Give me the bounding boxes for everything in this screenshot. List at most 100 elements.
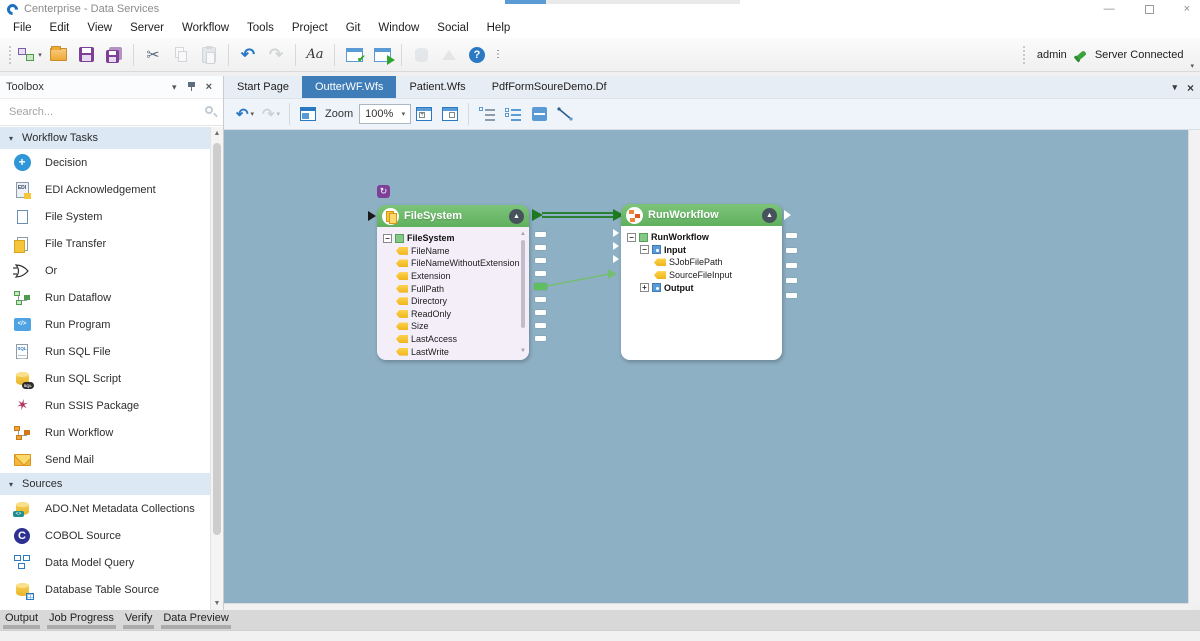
toolbox-item-run-program[interactable]: </>Run Program [0,311,210,338]
node-scrollbar[interactable]: ▲ ▼ [519,230,527,355]
expander-icon[interactable]: − [640,245,649,254]
tree-field-row[interactable]: SJobFilePath [654,256,778,269]
tree-field-row[interactable]: FileName [396,245,525,258]
toolbar-gripper[interactable] [8,45,12,65]
loop-indicator-icon[interactable]: ↻ [377,185,390,198]
tab-patient[interactable]: Patient.Wfs [396,76,478,98]
output-port-connected[interactable] [534,283,547,290]
tab-pdfformsouredemo[interactable]: PdfFormSoureDemo.Df [479,76,620,98]
tree-field-row[interactable]: SourceFileInput [654,269,778,282]
new-document-button[interactable]: ▾ [18,42,42,68]
toolbox-item-run-workflow[interactable]: Run Workflow [0,419,210,446]
tree-field-row[interactable]: Size [396,320,525,333]
node-runworkflow-header[interactable]: RunWorkflow ▲ [621,204,782,226]
scroll-up-icon[interactable]: ▲ [211,127,223,140]
node-filesystem[interactable]: FileSystem ▲ −FileSystem FileName FileNa… [377,205,529,360]
node-collapse-button[interactable]: ▲ [762,208,777,223]
output-port[interactable] [535,336,546,341]
toolbox-item-decision[interactable]: +Decision [0,149,210,176]
menu-project[interactable]: Project [283,20,337,36]
open-button[interactable] [46,42,70,68]
node-output-port[interactable] [784,210,791,220]
output-port[interactable] [786,233,797,238]
menu-server[interactable]: Server [121,20,173,36]
collapse-all-nodes-button[interactable] [439,102,461,126]
output-port[interactable] [786,263,797,268]
paste-button[interactable] [197,42,221,68]
cut-button[interactable]: ✂ [141,42,165,68]
scroll-down-icon[interactable]: ▼ [211,597,223,610]
expand-all-nodes-button[interactable]: + [413,102,435,126]
menu-view[interactable]: View [78,20,121,36]
output-port[interactable] [535,310,546,315]
close-button[interactable]: × [1184,0,1190,18]
tree-layout-button[interactable] [502,102,524,126]
toolbox-section-sources[interactable]: ▾ Sources [0,473,210,495]
output-port[interactable] [535,297,546,302]
tree-group-row[interactable]: +Output [640,281,778,294]
menu-tools[interactable]: Tools [238,20,283,36]
input-port[interactable] [613,242,619,250]
toolbox-item-send-mail[interactable]: Send Mail [0,446,210,473]
tree-field-row[interactable]: Directory [396,295,525,308]
designer-redo-button[interactable]: ↷▾ [260,102,282,126]
tree-root-row[interactable]: −FileSystem [383,232,525,245]
toolbox-item-run-dataflow[interactable]: Run Dataflow [0,284,210,311]
copy-button[interactable] [169,42,193,68]
toolbar-overflow-button[interactable]: ⋮ [493,49,503,60]
menu-window[interactable]: Window [369,20,428,36]
maximize-button[interactable] [1145,5,1154,14]
toolbox-pin-button[interactable] [182,81,201,93]
toolbox-item-data-model-query[interactable]: Data Model Query [0,549,210,576]
font-button[interactable]: Aa [303,42,327,68]
scrollbar-thumb[interactable] [521,240,525,328]
verify-button[interactable]: ✔ [342,42,366,68]
output-port[interactable] [786,293,797,298]
tree-root-row[interactable]: −RunWorkflow [627,231,778,244]
output-port[interactable] [786,248,797,253]
menu-help[interactable]: Help [478,20,520,36]
publish-button[interactable] [437,42,461,68]
output-port[interactable] [535,323,546,328]
output-port[interactable] [535,271,546,276]
menu-git[interactable]: Git [337,20,370,36]
toolbox-item-run-sql-script[interactable]: SQLRun SQL Script [0,365,210,392]
menu-file[interactable]: File [4,20,41,36]
toolbox-item-file-transfer[interactable]: File Transfer [0,230,210,257]
node-collapse-button[interactable]: ▲ [509,209,524,224]
expander-icon[interactable]: + [640,283,649,292]
scroll-down-icon[interactable]: ▼ [519,347,527,355]
output-port[interactable] [535,232,546,237]
toolbox-item-edi-acknowledgement[interactable]: EDI Acknowledgement [0,176,210,203]
tree-field-row[interactable]: Extension [396,270,525,283]
scrollbar-thumb[interactable] [213,143,221,535]
auto-layout-button[interactable] [528,102,550,126]
save-button[interactable] [74,42,98,68]
minimize-button[interactable]: — [1104,0,1115,18]
toolbox-item-run-ssis-package[interactable]: ✶Run SSIS Package [0,392,210,419]
input-port[interactable] [613,255,619,263]
toolbox-item-cobol-source[interactable]: CCOBOL Source [0,522,210,549]
tree-group-row[interactable]: −Input [640,244,778,257]
toolbox-search-input[interactable] [0,99,223,125]
tree-field-row[interactable]: FileNameWithoutExtension [396,257,525,270]
menu-workflow[interactable]: Workflow [173,20,238,36]
toolbox-item-or[interactable]: Or [0,257,210,284]
tab-list-dropdown-button[interactable]: ▾ [1172,82,1177,93]
start-job-button[interactable] [370,42,394,68]
tree-field-row[interactable]: LastWrite [396,345,525,358]
new-document-caret[interactable]: ▾ [38,51,42,59]
tab-close-button[interactable]: × [1187,81,1194,95]
node-filesystem-header[interactable]: FileSystem ▲ [377,205,529,227]
toolbox-item-run-sql-file[interactable]: Run SQL File [0,338,210,365]
toolbox-close-button[interactable]: × [201,81,217,93]
undo-button[interactable]: ↶ [236,42,260,68]
status-gripper[interactable] [1022,45,1026,65]
help-button[interactable]: ? [465,42,489,68]
output-port[interactable] [535,245,546,250]
node-input-port[interactable] [368,211,376,221]
menu-social[interactable]: Social [428,20,477,36]
save-all-button[interactable] [102,42,126,68]
zoom-select[interactable]: 100% ▾ [359,104,411,124]
toolbox-dropdown-button[interactable]: ▾ [167,82,182,93]
